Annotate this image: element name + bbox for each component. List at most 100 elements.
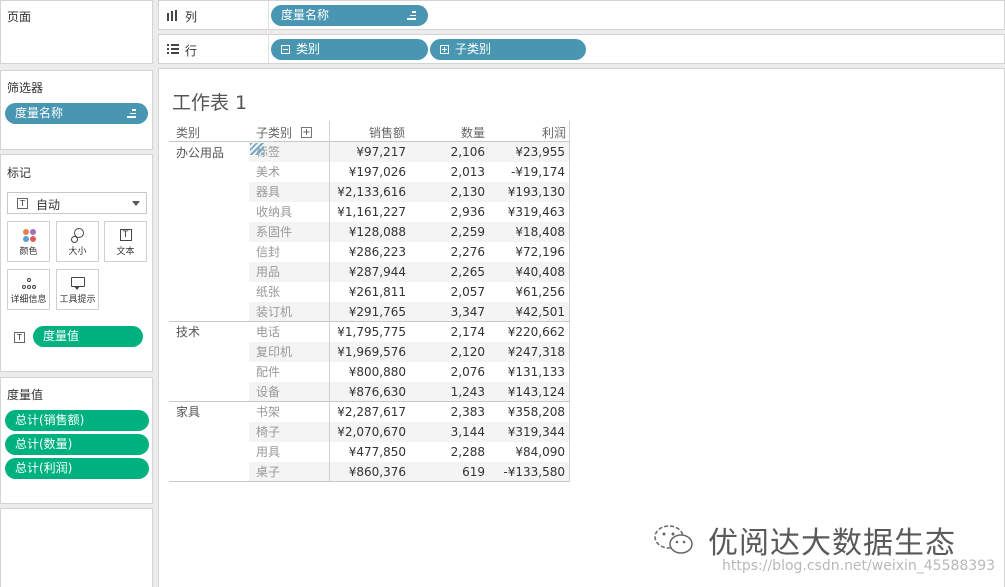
quantity-cell[interactable]: 1,243 [421, 382, 485, 402]
profit-cell[interactable]: ¥61,256 [501, 282, 565, 302]
collapse-icon[interactable] [281, 45, 290, 54]
table-row[interactable]: 桌子 ¥860,376 619 -¥133,580 [249, 462, 569, 482]
quantity-cell[interactable]: 2,120 [421, 342, 485, 362]
quantity-cell[interactable]: 3,144 [421, 422, 485, 442]
profit-cell[interactable]: ¥40,408 [501, 262, 565, 282]
table-row[interactable]: 用具 ¥477,850 2,288 ¥84,090 [249, 442, 569, 462]
color-button[interactable]: 颜色 [7, 221, 50, 262]
profit-cell[interactable]: -¥19,174 [501, 162, 565, 182]
subcategory-cell[interactable]: 桌子 [249, 462, 327, 482]
quantity-cell[interactable]: 2,130 [421, 182, 485, 202]
profit-cell[interactable]: ¥143,124 [501, 382, 565, 402]
size-button[interactable]: 大小 [56, 221, 99, 262]
profit-cell[interactable]: ¥247,318 [501, 342, 565, 362]
sales-cell[interactable]: ¥1,795,775 [330, 322, 406, 342]
table-row[interactable]: 椅子 ¥2,070,670 3,144 ¥319,344 [249, 422, 569, 442]
sales-cell[interactable]: ¥860,376 [330, 462, 406, 482]
subcategory-cell[interactable]: 设备 [249, 382, 327, 402]
header-quantity[interactable]: 数量 [461, 124, 485, 141]
sales-cell[interactable]: ¥800,880 [330, 362, 406, 382]
subcategory-cell[interactable]: 收纳具 [249, 202, 327, 222]
table-row[interactable]: 纸张 ¥261,811 2,057 ¥61,256 [249, 282, 569, 302]
columns-pill-measure-names[interactable]: 度量名称 [271, 5, 428, 26]
quantity-cell[interactable]: 2,383 [421, 402, 485, 422]
table-row[interactable]: 用品 ¥287,944 2,265 ¥40,408 [249, 262, 569, 282]
table-row[interactable]: 器具 ¥2,133,616 2,130 ¥193,130 [249, 182, 569, 202]
table-row[interactable]: 设备 ¥876,630 1,243 ¥143,124 [249, 382, 569, 402]
quantity-cell[interactable]: 2,057 [421, 282, 485, 302]
measure-pill-quantity[interactable]: 总计(数量) [5, 434, 149, 455]
subcategory-cell[interactable]: 用品 [249, 262, 327, 282]
quantity-cell[interactable]: 2,013 [421, 162, 485, 182]
table-row[interactable]: 美术 ¥197,026 2,013 -¥19,174 [249, 162, 569, 182]
category-furniture[interactable]: 家具 [176, 403, 200, 420]
table-row[interactable]: 装订机 ¥291,765 3,347 ¥42,501 [249, 302, 569, 322]
header-category[interactable]: 类别 [176, 124, 200, 141]
table-row[interactable]: 信封 ¥286,223 2,276 ¥72,196 [249, 242, 569, 262]
filter-pill-measure-names[interactable]: 度量名称 [5, 103, 148, 124]
measure-pill-sales[interactable]: 总计(销售额) [5, 410, 149, 431]
sales-cell[interactable]: ¥876,630 [330, 382, 406, 402]
sales-cell[interactable]: ¥291,765 [330, 302, 406, 322]
category-technology[interactable]: 技术 [176, 323, 200, 340]
table-row[interactable]: 复印机 ¥1,969,576 2,120 ¥247,318 [249, 342, 569, 362]
header-sales[interactable]: 销售额 [369, 124, 405, 141]
detail-button[interactable]: 详细信息 [7, 269, 50, 310]
quantity-cell[interactable]: 2,936 [421, 202, 485, 222]
table-row[interactable]: 书架 ¥2,287,617 2,383 ¥358,208 [249, 402, 569, 422]
sales-cell[interactable]: ¥197,026 [330, 162, 406, 182]
profit-cell[interactable]: ¥84,090 [501, 442, 565, 462]
category-office[interactable]: 办公用品 [176, 144, 224, 161]
profit-cell[interactable]: ¥18,408 [501, 222, 565, 242]
sales-cell[interactable]: ¥287,944 [330, 262, 406, 282]
table-row[interactable]: 配件 ¥800,880 2,076 ¥131,133 [249, 362, 569, 382]
profit-cell[interactable]: ¥131,133 [501, 362, 565, 382]
sales-cell[interactable]: ¥477,850 [330, 442, 406, 462]
header-subcategory[interactable]: 子类别 [256, 124, 292, 141]
subcategory-cell[interactable]: 纸张 [249, 282, 327, 302]
subcategory-cell[interactable]: 椅子 [249, 422, 327, 442]
rows-pill-category[interactable]: 类别 [271, 39, 428, 60]
sales-cell[interactable]: ¥97,217 [330, 142, 406, 162]
profit-cell[interactable]: ¥319,463 [501, 202, 565, 222]
text-button[interactable]: T 文本 [104, 221, 147, 262]
subcategory-cell[interactable]: 书架 [249, 402, 327, 422]
quantity-cell[interactable]: 619 [421, 462, 485, 482]
subcategory-cell[interactable]: 配件 [249, 362, 327, 382]
subcategory-cell[interactable]: 器具 [249, 182, 327, 202]
sales-cell[interactable]: ¥2,133,616 [330, 182, 406, 202]
quantity-cell[interactable]: 2,106 [421, 142, 485, 162]
table-row[interactable]: 系固件 ¥128,088 2,259 ¥18,408 [249, 222, 569, 242]
columns-shelf[interactable]: 列 度量名称 [158, 0, 1005, 30]
measure-pill-profit[interactable]: 总计(利润) [5, 458, 149, 479]
subcategory-cell[interactable]: 复印机 [249, 342, 327, 362]
expand-icon[interactable] [440, 45, 449, 54]
profit-cell[interactable]: ¥358,208 [501, 402, 565, 422]
sales-cell[interactable]: ¥2,287,617 [330, 402, 406, 422]
sales-cell[interactable]: ¥128,088 [330, 222, 406, 242]
sales-cell[interactable]: ¥1,161,227 [330, 202, 406, 222]
sales-cell[interactable]: ¥1,969,576 [330, 342, 406, 362]
quantity-cell[interactable]: 2,259 [421, 222, 485, 242]
table-row[interactable]: 收纳具 ¥1,161,227 2,936 ¥319,463 [249, 202, 569, 222]
quantity-cell[interactable]: 3,347 [421, 302, 485, 322]
header-profit[interactable]: 利润 [542, 124, 566, 141]
subcategory-cell[interactable]: 美术 [249, 162, 327, 182]
sales-cell[interactable]: ¥2,070,670 [330, 422, 406, 442]
rows-pill-subcategory[interactable]: 子类别 [430, 39, 586, 60]
quantity-cell[interactable]: 2,288 [421, 442, 485, 462]
profit-cell[interactable]: ¥23,955 [501, 142, 565, 162]
quantity-cell[interactable]: 2,076 [421, 362, 485, 382]
profit-cell[interactable]: ¥193,130 [501, 182, 565, 202]
tooltip-button[interactable]: 工具提示 [56, 269, 99, 310]
profit-cell[interactable]: -¥133,580 [501, 462, 565, 482]
sales-cell[interactable]: ¥261,811 [330, 282, 406, 302]
subcategory-cell[interactable]: 电话 [249, 322, 327, 342]
quantity-cell[interactable]: 2,174 [421, 322, 485, 342]
subcategory-cell[interactable]: 用具 [249, 442, 327, 462]
table-row[interactable]: 标签 ¥97,217 2,106 ¥23,955 [249, 142, 569, 162]
table-row[interactable]: 电话 ¥1,795,775 2,174 ¥220,662 [249, 322, 569, 342]
rows-shelf[interactable]: 行 类别 子类别 [158, 34, 1005, 64]
subcategory-cell[interactable]: 装订机 [249, 302, 327, 322]
profit-cell[interactable]: ¥72,196 [501, 242, 565, 262]
